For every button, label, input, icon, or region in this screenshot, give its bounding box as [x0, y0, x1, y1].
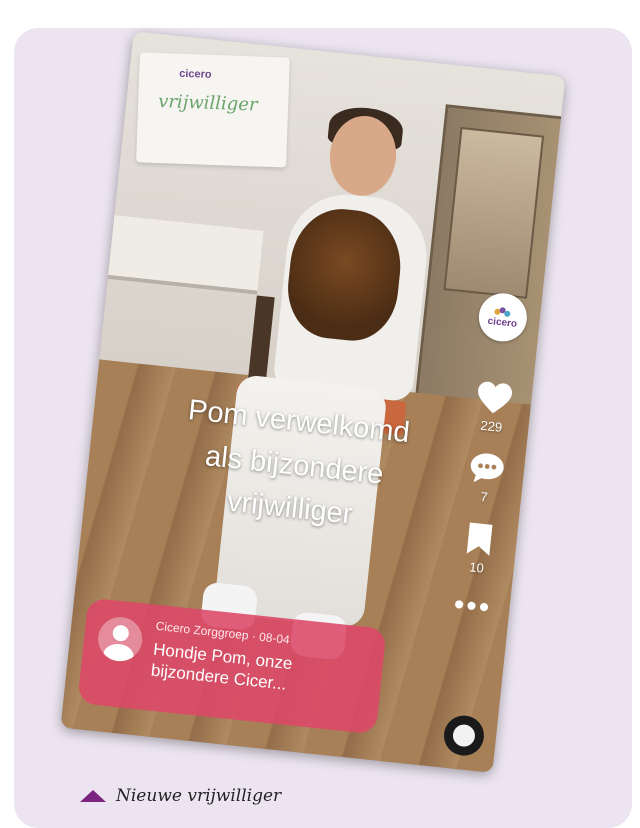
comment-count: 7 — [479, 489, 489, 505]
bookmark-count: 10 — [468, 559, 485, 576]
triangle-up-icon — [80, 790, 106, 802]
cloth-print-text: vrijwilliger — [157, 91, 258, 116]
caption-text[interactable]: Hondje Pom, onze bijzondere Cicer... — [150, 639, 373, 704]
bookmark-button[interactable]: 10 — [461, 521, 496, 577]
like-button[interactable]: 229 — [472, 379, 515, 436]
like-count: 229 — [479, 417, 504, 435]
music-disc-icon — [451, 723, 477, 748]
comment-bubble-icon — [470, 453, 504, 483]
comment-button[interactable]: 7 — [465, 450, 506, 506]
profile-logo-text: cicero — [487, 315, 518, 330]
printed-cloth: cicero vrijwilliger — [136, 52, 290, 168]
video-post-card[interactable]: cicero vrijwilliger Pom verwelkomd als b… — [60, 31, 566, 773]
more-options-button[interactable]: ••• — [452, 587, 493, 625]
cloth-brand-text: cicero — [179, 67, 212, 81]
footer-title: Nieuwe vrijwilliger — [116, 786, 282, 806]
more-dots-icon: ••• — [452, 587, 493, 625]
heart-icon — [478, 381, 512, 414]
bookmark-icon — [466, 522, 493, 556]
footer-caption: Nieuwe vrijwilliger — [80, 786, 281, 806]
author-avatar[interactable] — [95, 614, 145, 664]
profile-avatar-button[interactable]: cicero — [476, 291, 530, 344]
